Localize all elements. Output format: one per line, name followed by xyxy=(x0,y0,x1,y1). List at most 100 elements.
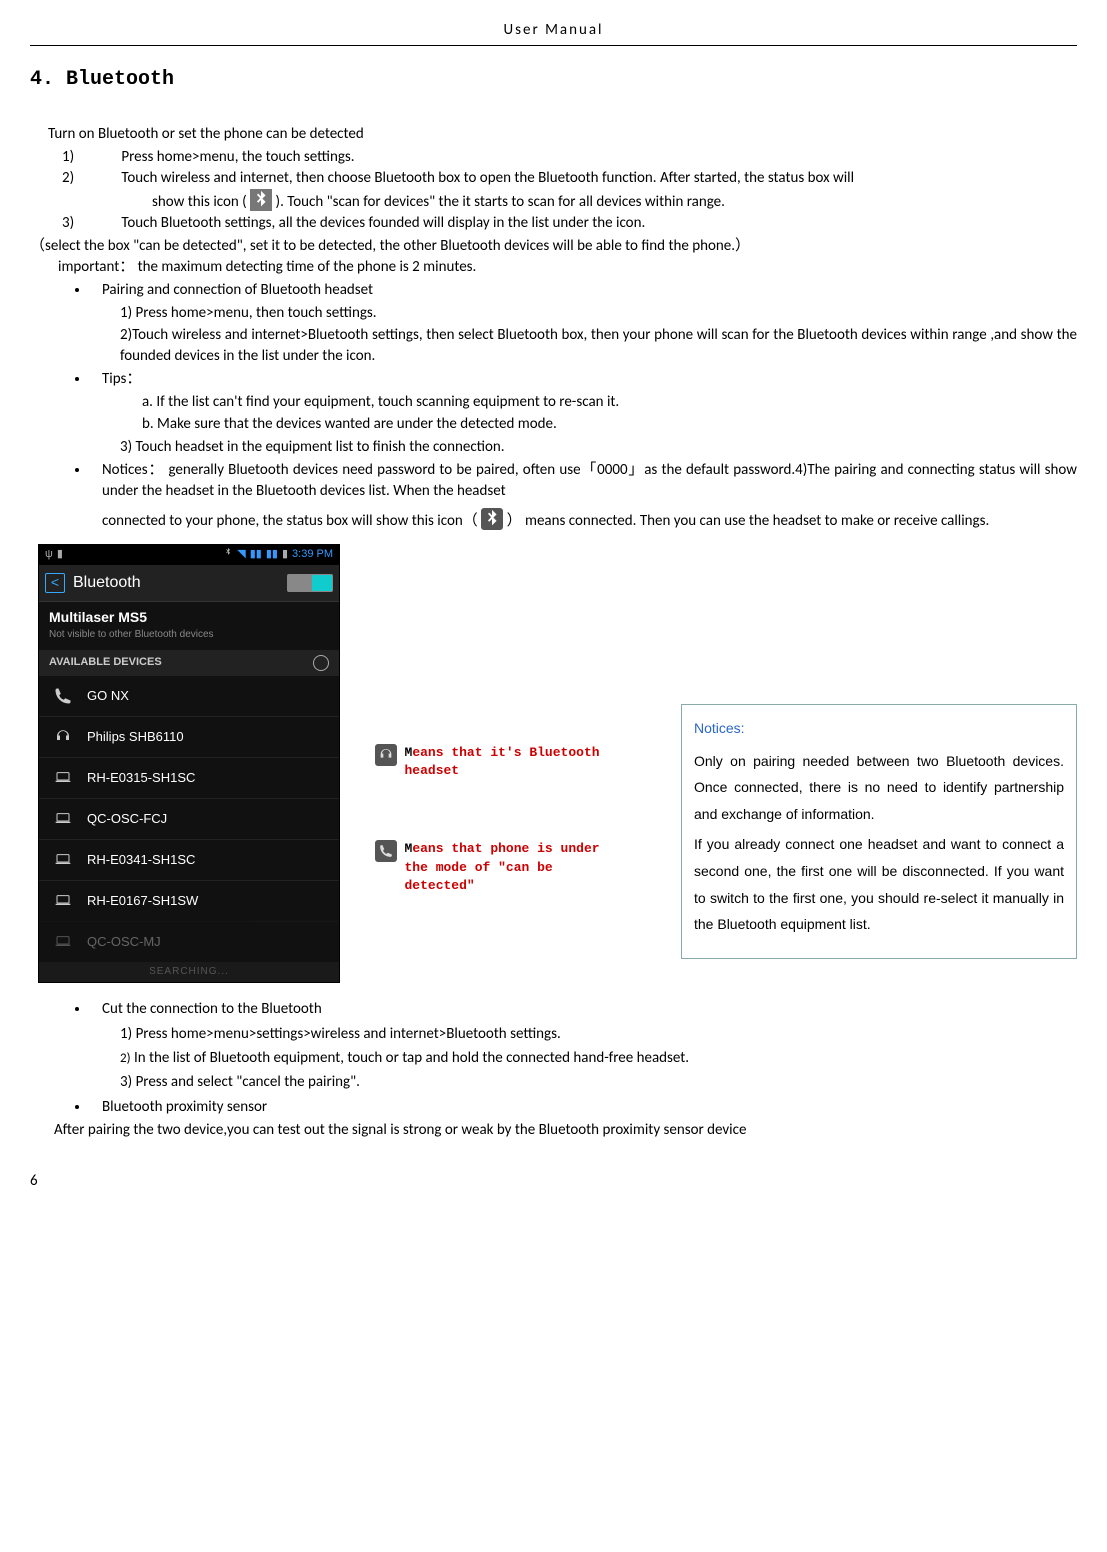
callout-text: Means that phone is under the mode of "c… xyxy=(405,840,600,895)
section-title: 4. Bluetooth xyxy=(30,66,1077,94)
header-rule xyxy=(30,45,1077,46)
cut-num: 3) xyxy=(120,1073,132,1091)
headset-icon xyxy=(375,744,397,766)
section-label-text: AVAILABLE DEVICES xyxy=(49,655,162,670)
device-name: Philips SHB6110 xyxy=(87,728,184,746)
intro-line: Turn on Bluetooth or set the phone can b… xyxy=(48,124,1077,145)
notices-text-a: generally Bluetooth devices need passwor… xyxy=(102,461,1077,500)
device-row[interactable]: QC-OSC-MJ xyxy=(39,921,339,962)
page-number: 6 xyxy=(30,1171,1077,1192)
step-text: Touch wireless and internet, then choose… xyxy=(121,169,854,187)
laptop-icon xyxy=(53,850,73,870)
step-text-c: ). Touch "scan for devices" the it start… xyxy=(276,193,725,211)
clock-text: 3:39 PM xyxy=(292,547,333,562)
step-text-b: show this icon ( xyxy=(152,193,247,211)
select-box-line: （select the box "can be detected", set i… xyxy=(30,236,1077,257)
notices-box: Notices: Only on pairing needed between … xyxy=(681,704,1077,959)
bluetooth-connected-icon xyxy=(481,508,503,530)
tip-a: a. If the list can't find your equipment… xyxy=(142,392,1077,413)
cut-num: 2) xyxy=(120,1051,131,1066)
bullet-notices: Notices： generally Bluetooth devices nee… xyxy=(90,460,1077,532)
callout-headset: Means that it's Bluetooth headset xyxy=(375,744,645,780)
bullet-pairing: Pairing and connection of Bluetooth head… xyxy=(90,280,1077,367)
pairing-step-1: 1) Press home>menu, then touch settings. xyxy=(120,303,1077,324)
phone-screenshot: ψ ▮ ◥ ▮▮ ▮▮ ▮ 3:39 PM < Bluetooth Multil… xyxy=(38,544,340,983)
step-2: 2) Touch wireless and internet, then cho… xyxy=(92,168,1077,213)
bluetooth-toggle[interactable] xyxy=(287,574,333,592)
callout-text: Means that it's Bluetooth headset xyxy=(405,744,645,780)
usb-icon: ψ xyxy=(45,547,53,562)
back-icon[interactable]: < xyxy=(45,573,65,593)
callout-detected: Means that phone is under the mode of "c… xyxy=(375,840,645,895)
searching-text: SEARCHING... xyxy=(39,962,339,982)
notices-label: Notices： xyxy=(102,461,164,479)
figure-row: ψ ▮ ◥ ▮▮ ▮▮ ▮ 3:39 PM < Bluetooth Multil… xyxy=(38,544,1077,983)
device-row[interactable]: QC-OSC-FCJ xyxy=(39,798,339,839)
laptop-icon xyxy=(53,768,73,788)
laptop-icon xyxy=(53,809,73,829)
laptop-icon xyxy=(53,891,73,911)
signal-icon: ▮▮ xyxy=(250,547,262,562)
step-num: 2) xyxy=(92,168,118,189)
cut-text: Press home>menu>settings>wireless and in… xyxy=(136,1025,561,1043)
device-row[interactable]: Philips SHB6110 xyxy=(39,716,339,757)
phone-icon xyxy=(53,686,73,706)
step-3: 3) Touch Bluetooth settings, all the dev… xyxy=(92,213,1077,234)
notices-text-b1: connected to your phone, the status box … xyxy=(102,512,478,530)
proximity-title: Bluetooth proximity sensor xyxy=(102,1097,1077,1118)
device-list: GO NX Philips SHB6110 RH-E0315-SH1SC QC-OSC… xyxy=(39,675,339,962)
wifi-icon: ◥ xyxy=(237,547,245,562)
step-num: 1) xyxy=(92,147,118,168)
bluetooth-status-icon xyxy=(250,189,272,211)
step-text: Press home>menu, the touch settings. xyxy=(121,148,354,166)
device-row[interactable]: RH-E0167-SH1SW xyxy=(39,880,339,921)
step-1: 1) Press home>menu, the touch settings. xyxy=(92,147,1077,168)
cut-step-3: 3) Press and select "cancel the pairing"… xyxy=(120,1072,1077,1093)
device-name: RH-E0341-SH1SC xyxy=(87,851,195,869)
device-name: GO NX xyxy=(87,687,129,705)
device-name: RH-E0315-SH1SC xyxy=(87,769,195,787)
pairing-step-2: 2)Touch wireless and internet>Bluetooth … xyxy=(120,325,1077,367)
device-name: RH-E0167-SH1SW xyxy=(87,892,198,910)
bullet-proximity: Bluetooth proximity sensor xyxy=(90,1097,1077,1118)
c2-line1: eans that phone is under xyxy=(412,841,599,856)
headset-icon xyxy=(53,727,73,747)
bullet-cut: Cut the connection to the Bluetooth 1) P… xyxy=(90,999,1077,1093)
cut-step-2: 2) In the list of Bluetooth equipment, t… xyxy=(120,1048,1077,1069)
notices-box-title: Notices: xyxy=(694,715,1064,742)
cut-title: Cut the connection to the Bluetooth xyxy=(102,999,1077,1020)
device-row[interactable]: RH-E0315-SH1SC xyxy=(39,757,339,798)
device-name: QC-OSC-FCJ xyxy=(87,810,167,828)
available-devices-label: AVAILABLE DEVICES xyxy=(39,651,339,675)
device-row[interactable]: RH-E0341-SH1SC xyxy=(39,839,339,880)
page-header: User Manual xyxy=(30,20,1077,41)
signal-icon-2: ▮▮ xyxy=(266,547,278,562)
screen-title: Bluetooth xyxy=(73,572,141,594)
bullet-title: Pairing and connection of Bluetooth head… xyxy=(102,280,1077,301)
bluetooth-icon xyxy=(223,547,233,562)
c2-line3: detected" xyxy=(405,878,475,893)
battery-icon: ▮ xyxy=(282,547,288,562)
step-text: Touch Bluetooth settings, all the device… xyxy=(121,214,645,232)
bluetooth-header: < Bluetooth xyxy=(39,565,339,602)
turn-on-steps: 1) Press home>menu, the touch settings. … xyxy=(30,147,1077,234)
cut-text: Press and select "cancel the pairing". xyxy=(136,1073,360,1091)
cut-text: In the list of Bluetooth equipment, touc… xyxy=(134,1049,689,1067)
adb-icon: ▮ xyxy=(57,547,63,562)
scan-spinner-icon xyxy=(313,655,329,671)
proximity-text: After pairing the two device,you can tes… xyxy=(54,1120,1077,1141)
callouts-column: Means that it's Bluetooth headset Means … xyxy=(375,544,645,955)
device-row[interactable]: GO NX xyxy=(39,675,339,716)
cut-num: 1) xyxy=(120,1025,132,1043)
own-device[interactable]: Multilaser MS5 Not visible to other Blue… xyxy=(39,602,339,651)
phone-icon xyxy=(375,840,397,862)
notices-box-p2: If you already connect one headset and w… xyxy=(694,831,1064,937)
tips-title: Tips： xyxy=(102,369,1077,390)
c2-line2: the mode of "can be xyxy=(405,860,553,875)
step-num: 3) xyxy=(92,213,118,234)
notices-box-p1: Only on pairing needed between two Bluet… xyxy=(694,748,1064,828)
tip-b: b. Make sure that the devices wanted are… xyxy=(142,414,1077,435)
cut-step-1: 1) Press home>menu>settings>wireless and… xyxy=(120,1024,1077,1045)
important-line: important： the maximum detecting time of… xyxy=(58,257,1077,278)
own-device-visibility: Not visible to other Bluetooth devices xyxy=(49,628,329,642)
